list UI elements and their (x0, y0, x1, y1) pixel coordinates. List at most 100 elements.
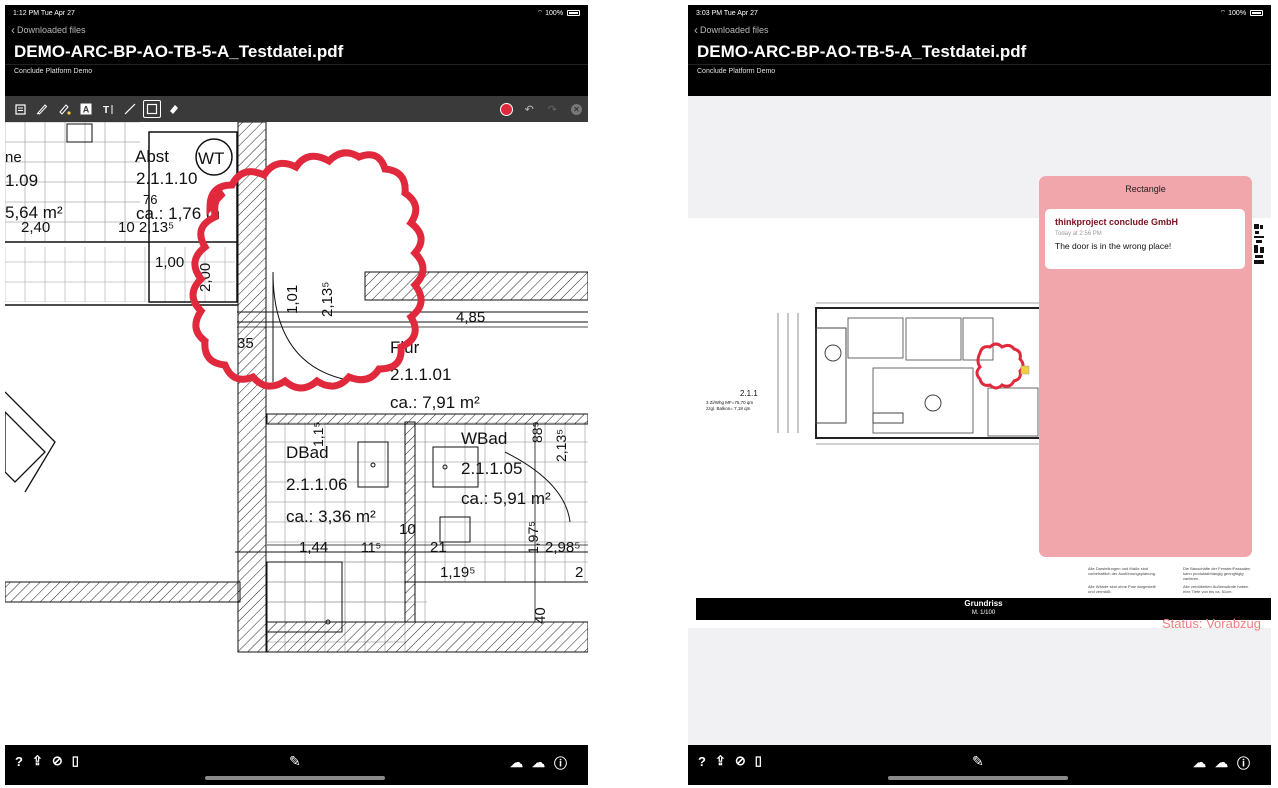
plan-area-wbad: ca.: 5,91 m² (461, 489, 551, 508)
pdf-canvas[interactable]: 2.1.1 3 Zi/Whg MF=75,70 qm zzgl. Balkon=… (688, 96, 1271, 745)
text-box-icon: A (80, 103, 92, 115)
wifi-icon: ⌔ (536, 9, 544, 17)
plan-dim: 1,00 (155, 254, 184, 271)
bottom-bar: ? ⇪ ⊘ ▯ ✎ ☁ ☁ ⓘ (5, 745, 588, 785)
pen-icon (36, 104, 48, 115)
cloud-upload-icon[interactable]: ☁ (1215, 755, 1228, 771)
plan-unit-number: 2.1.1 (740, 389, 758, 398)
comment-author: thinkproject conclude GmbH (1055, 217, 1179, 227)
rectangle-icon (146, 103, 158, 115)
plan-dim: 1,97⁵ (525, 521, 541, 554)
color-picker-button[interactable] (499, 102, 513, 116)
share-icon[interactable]: ⇪ (715, 753, 726, 769)
info-icon[interactable]: ⓘ (554, 753, 567, 772)
plan-area-dbad: ca.: 3,36 m² (286, 507, 376, 526)
plan-dim: 10 2,13⁵ (118, 219, 174, 236)
plan-dim: 1,1⁵ (310, 422, 326, 447)
plan-dim: 11⁵ (361, 539, 381, 555)
plan-dim: 76 (143, 192, 157, 207)
document-title: DEMO-ARC-BP-AO-TB-5-A_Testdatei.pdf (697, 42, 1027, 61)
plan-dim: 10 (399, 521, 416, 538)
plan-room-2-1-1-10: 2.1.1.10 (136, 169, 197, 188)
text-box-tool[interactable]: A (77, 100, 95, 118)
hide-icon[interactable]: ⊘ (735, 753, 746, 769)
plan-dim: ne (5, 149, 22, 166)
plan-room-2-1-1-05: 2.1.1.05 (461, 459, 522, 478)
back-button[interactable]: ‹ Downloaded files (688, 21, 1271, 39)
pencil-icon[interactable]: ✎ (972, 753, 984, 770)
hide-icon[interactable]: ⊘ (52, 753, 63, 769)
sheet-note: Alle verdübelten Außenwände haben eine Ti… (1183, 584, 1249, 594)
wifi-icon: ⌔ (1219, 9, 1227, 17)
highlighter-icon (58, 104, 71, 115)
plan-dim: 35 (237, 335, 254, 352)
cloud-sync-icon[interactable]: ☁ (510, 755, 523, 771)
qr-code (1253, 223, 1265, 265)
project-name: Conclude Platform Demo (5, 64, 588, 80)
status-right: ⌔ 100% (537, 9, 580, 18)
bottom-bar-right: ☁ ☁ ⓘ (1193, 753, 1259, 772)
plan-dim: 1,01 (284, 285, 301, 314)
close-toolbar-icon[interactable]: ✕ (571, 103, 582, 115)
plan-dim: 2 (575, 564, 583, 581)
back-label: Downloaded files (700, 25, 769, 35)
rectangle-tool[interactable] (143, 100, 161, 118)
plan-dim: 1,19⁵ (440, 564, 475, 581)
pdf-icon[interactable]: ▯ (755, 753, 762, 769)
help-icon[interactable]: ? (698, 754, 706, 769)
share-icon[interactable]: ⇪ (32, 753, 43, 769)
pdf-icon[interactable]: ▯ (72, 753, 79, 769)
note-tool[interactable] (11, 100, 29, 118)
plan-dim: 1,44 (299, 539, 328, 556)
plan-dim: 2,13⁵ (319, 282, 336, 317)
note-icon (14, 103, 26, 115)
eraser-tool[interactable] (165, 100, 183, 118)
plan-unit-info-1: 3 Zi/Whg MF=75,70 qm (706, 400, 753, 405)
comment-card[interactable]: thinkproject conclude GmbH Today at 2:56… (1045, 209, 1245, 269)
info-icon[interactable]: ⓘ (1237, 753, 1250, 772)
bottom-bar-right: ☁ ☁ ⓘ (510, 753, 576, 772)
plan-dim: 2,98⁵ (545, 539, 580, 556)
comment-panel-title: Rectangle (1125, 184, 1166, 194)
plan-room-2-1-1-06: 2.1.1.06 (286, 475, 347, 494)
home-indicator (888, 776, 1068, 780)
pdf-canvas[interactable]: Abst WT 2.1.1.10 ca.: 1,76 m Flur 2.1.1.… (5, 122, 588, 745)
markup-toolbar: A T ↶ ↷ ✕ (5, 96, 588, 122)
eraser-icon (170, 105, 178, 114)
back-label: Downloaded files (17, 25, 86, 35)
cloud-upload-icon[interactable]: ☁ (532, 755, 545, 771)
sheet-note: Alle Darstellungen und Maße sind vorbehal… (1088, 566, 1157, 576)
comment-text: The door is in the wrong place! (1055, 241, 1172, 251)
pencil-icon[interactable]: ✎ (289, 753, 301, 770)
sheet-note: Alle Wände sind ohne Putz dargestellt und… (1088, 584, 1156, 594)
chevron-left-icon: ‹ (11, 23, 15, 37)
right-screen: 3:03 PM Tue Apr 27 ⌔ 100% ‹ Downloaded f… (688, 5, 1271, 785)
title-block-name: Grundriss (964, 599, 1003, 608)
document-title: DEMO-ARC-BP-AO-TB-5-A_Testdatei.pdf (14, 42, 344, 61)
comment-panel[interactable]: Rectangle thinkproject conclude GmbH Tod… (1039, 176, 1252, 557)
svg-text:T: T (103, 105, 109, 115)
comment-pin (1020, 365, 1030, 375)
text-tool[interactable]: T (99, 100, 117, 118)
status-time: 3:03 PM Tue Apr 27 (696, 9, 758, 17)
plan-unit-info-2: zzgl. Balkon= 7,18 qm (706, 406, 751, 411)
back-button[interactable]: ‹ Downloaded files (5, 21, 588, 39)
plan-room-abst: Abst (135, 147, 169, 166)
battery-icon (1250, 9, 1263, 16)
pen-tool[interactable] (33, 100, 51, 118)
plan-dim: 21 (430, 539, 447, 556)
help-icon[interactable]: ? (15, 754, 23, 769)
floor-plan-zoomed: Abst WT 2.1.1.10 ca.: 1,76 m Flur 2.1.1.… (5, 122, 588, 653)
comment-time: Today at 2:56 PM (1055, 231, 1102, 237)
cloud-markup-mini (975, 342, 1025, 390)
undo-icon[interactable]: ↶ (525, 103, 534, 116)
line-icon (124, 103, 136, 115)
toolbar-right: ↶ ↷ ✕ (499, 102, 582, 116)
chevron-left-icon: ‹ (694, 23, 698, 37)
status-right: ⌔ 100% (1220, 9, 1263, 18)
cloud-sync-icon[interactable]: ☁ (1193, 755, 1206, 771)
line-tool[interactable] (121, 100, 139, 118)
highlighter-tool[interactable] (55, 100, 73, 118)
home-indicator (205, 776, 385, 780)
redo-icon[interactable]: ↷ (548, 103, 557, 116)
